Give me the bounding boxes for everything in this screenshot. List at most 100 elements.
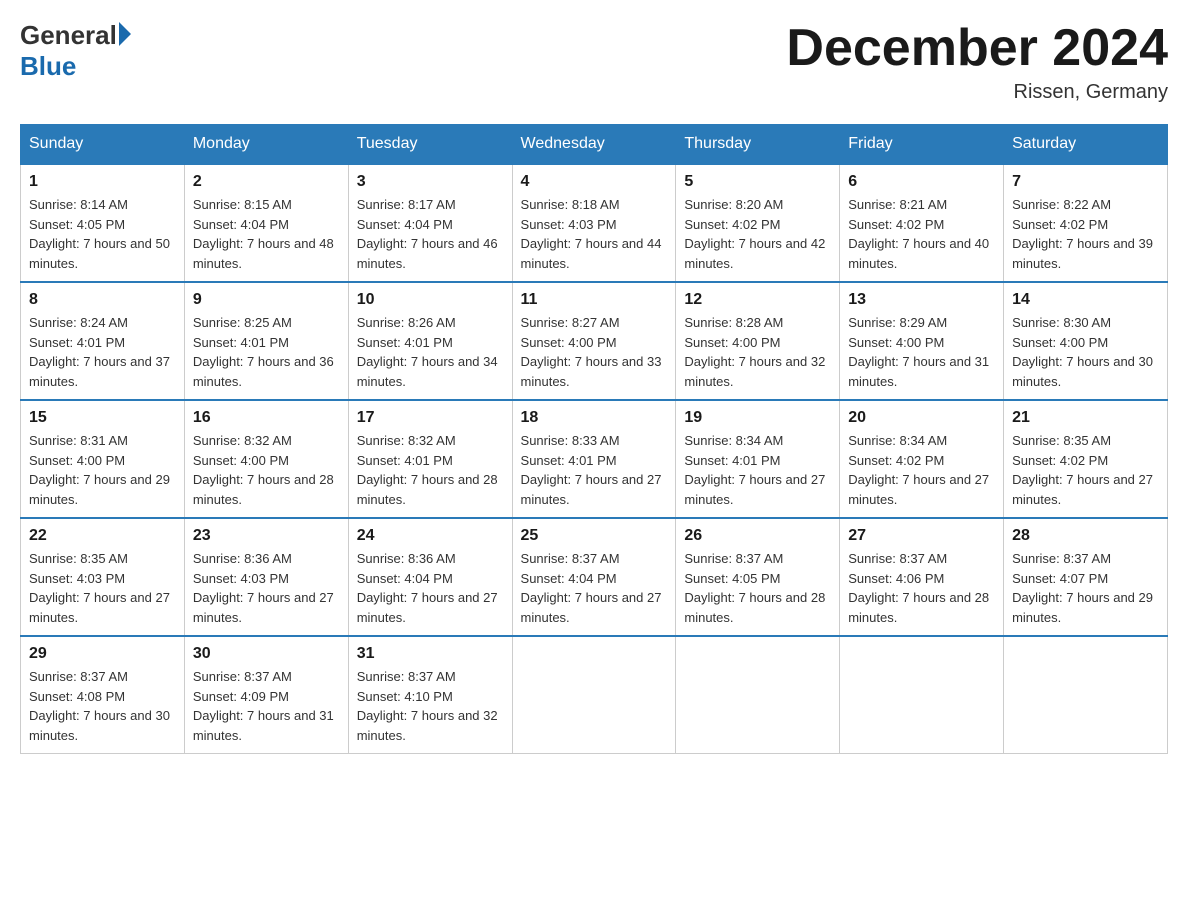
day-number: 27 [848, 527, 995, 545]
day-info: Sunrise: 8:37 AMSunset: 4:06 PMDaylight:… [848, 549, 995, 627]
calendar-cell: 4 Sunrise: 8:18 AMSunset: 4:03 PMDaylight… [512, 164, 676, 282]
day-info: Sunrise: 8:32 AMSunset: 4:01 PMDaylight:… [357, 431, 504, 509]
calendar-cell [840, 636, 1004, 754]
day-number: 7 [1012, 173, 1159, 191]
logo: General Blue [20, 20, 131, 82]
day-number: 19 [684, 409, 831, 427]
calendar-cell: 9 Sunrise: 8:25 AMSunset: 4:01 PMDaylight… [184, 282, 348, 400]
calendar-cell: 17 Sunrise: 8:32 AMSunset: 4:01 PMDayligh… [348, 400, 512, 518]
day-number: 1 [29, 173, 176, 191]
week-row-4: 22 Sunrise: 8:35 AMSunset: 4:03 PMDayligh… [21, 518, 1168, 636]
week-row-1: 1 Sunrise: 8:14 AMSunset: 4:05 PMDaylight… [21, 164, 1168, 282]
calendar-cell: 6Sunrise: 8:21 AMSunset: 4:02 PMDaylight… [840, 164, 1004, 282]
day-info: Sunrise: 8:20 AMSunset: 4:02 PMDaylight:… [684, 195, 831, 273]
calendar-cell: 21 Sunrise: 8:35 AMSunset: 4:02 PMDayligh… [1004, 400, 1168, 518]
day-info: Sunrise: 8:28 AMSunset: 4:00 PMDaylight:… [684, 313, 831, 391]
day-info: Sunrise: 8:35 AMSunset: 4:02 PMDaylight:… [1012, 431, 1159, 509]
day-info: Sunrise: 8:29 AMSunset: 4:00 PMDaylight:… [848, 313, 995, 391]
day-info: Sunrise: 8:37 AMSunset: 4:05 PMDaylight:… [684, 549, 831, 627]
calendar-cell: 19Sunrise: 8:34 AMSunset: 4:01 PMDayligh… [676, 400, 840, 518]
day-info: Sunrise: 8:24 AMSunset: 4:01 PMDaylight:… [29, 313, 176, 391]
day-number: 30 [193, 645, 340, 663]
week-row-5: 29 Sunrise: 8:37 AMSunset: 4:08 PMDayligh… [21, 636, 1168, 754]
day-info: Sunrise: 8:22 AMSunset: 4:02 PMDaylight:… [1012, 195, 1159, 273]
day-number: 15 [29, 409, 176, 427]
day-info: Sunrise: 8:25 AMSunset: 4:01 PMDaylight:… [193, 313, 340, 391]
day-number: 8 [29, 291, 176, 309]
calendar-cell: 24Sunrise: 8:36 AMSunset: 4:04 PMDayligh… [348, 518, 512, 636]
day-number: 26 [684, 527, 831, 545]
weekday-header-wednesday: Wednesday [512, 125, 676, 165]
weekday-header-row: SundayMondayTuesdayWednesdayThursdayFrid… [21, 125, 1168, 165]
calendar-cell: 8 Sunrise: 8:24 AMSunset: 4:01 PMDaylight… [21, 282, 185, 400]
day-info: Sunrise: 8:21 AMSunset: 4:02 PMDaylight:… [848, 195, 995, 273]
calendar-cell [512, 636, 676, 754]
day-info: Sunrise: 8:37 AMSunset: 4:10 PMDaylight:… [357, 667, 504, 745]
calendar-cell: 3Sunrise: 8:17 AMSunset: 4:04 PMDaylight… [348, 164, 512, 282]
calendar-cell: 7 Sunrise: 8:22 AMSunset: 4:02 PMDaylight… [1004, 164, 1168, 282]
calendar-cell: 15Sunrise: 8:31 AMSunset: 4:00 PMDayligh… [21, 400, 185, 518]
day-number: 28 [1012, 527, 1159, 545]
day-info: Sunrise: 8:27 AMSunset: 4:00 PMDaylight:… [521, 313, 668, 391]
calendar-cell: 14 Sunrise: 8:30 AMSunset: 4:00 PMDayligh… [1004, 282, 1168, 400]
page-header: General Blue December 2024 Rissen, Germa… [20, 20, 1168, 104]
day-info: Sunrise: 8:37 AMSunset: 4:07 PMDaylight:… [1012, 549, 1159, 627]
calendar-cell: 31 Sunrise: 8:37 AMSunset: 4:10 PMDayligh… [348, 636, 512, 754]
logo-triangle-icon [119, 22, 131, 46]
day-number: 13 [848, 291, 995, 309]
calendar-cell: 11Sunrise: 8:27 AMSunset: 4:00 PMDayligh… [512, 282, 676, 400]
weekday-header-thursday: Thursday [676, 125, 840, 165]
day-info: Sunrise: 8:15 AMSunset: 4:04 PMDaylight:… [193, 195, 340, 273]
calendar-cell: 30 Sunrise: 8:37 AMSunset: 4:09 PMDayligh… [184, 636, 348, 754]
day-number: 4 [521, 173, 668, 191]
title-section: December 2024 Rissen, Germany [786, 20, 1168, 104]
day-number: 5 [684, 173, 831, 191]
day-info: Sunrise: 8:17 AMSunset: 4:04 PMDaylight:… [357, 195, 504, 273]
day-number: 10 [357, 291, 504, 309]
day-number: 24 [357, 527, 504, 545]
day-info: Sunrise: 8:26 AMSunset: 4:01 PMDaylight:… [357, 313, 504, 391]
calendar-cell [676, 636, 840, 754]
calendar-cell: 27 Sunrise: 8:37 AMSunset: 4:06 PMDayligh… [840, 518, 1004, 636]
weekday-header-friday: Friday [840, 125, 1004, 165]
day-number: 12 [684, 291, 831, 309]
day-info: Sunrise: 8:34 AMSunset: 4:02 PMDaylight:… [848, 431, 995, 509]
week-row-2: 8 Sunrise: 8:24 AMSunset: 4:01 PMDaylight… [21, 282, 1168, 400]
month-title: December 2024 [786, 20, 1168, 77]
calendar-cell: 25 Sunrise: 8:37 AMSunset: 4:04 PMDayligh… [512, 518, 676, 636]
day-number: 31 [357, 645, 504, 663]
day-info: Sunrise: 8:32 AMSunset: 4:00 PMDaylight:… [193, 431, 340, 509]
day-number: 18 [521, 409, 668, 427]
day-number: 17 [357, 409, 504, 427]
calendar-cell: 5 Sunrise: 8:20 AMSunset: 4:02 PMDaylight… [676, 164, 840, 282]
day-info: Sunrise: 8:37 AMSunset: 4:08 PMDaylight:… [29, 667, 176, 745]
day-number: 16 [193, 409, 340, 427]
day-number: 21 [1012, 409, 1159, 427]
weekday-header-saturday: Saturday [1004, 125, 1168, 165]
day-info: Sunrise: 8:37 AMSunset: 4:09 PMDaylight:… [193, 667, 340, 745]
calendar-cell: 18Sunrise: 8:33 AMSunset: 4:01 PMDayligh… [512, 400, 676, 518]
calendar-table: SundayMondayTuesdayWednesdayThursdayFrid… [20, 124, 1168, 754]
calendar-cell: 29 Sunrise: 8:37 AMSunset: 4:08 PMDayligh… [21, 636, 185, 754]
calendar-cell: 23Sunrise: 8:36 AMSunset: 4:03 PMDayligh… [184, 518, 348, 636]
location-text: Rissen, Germany [786, 81, 1168, 104]
day-info: Sunrise: 8:14 AMSunset: 4:05 PMDaylight:… [29, 195, 176, 273]
calendar-cell: 1 Sunrise: 8:14 AMSunset: 4:05 PMDaylight… [21, 164, 185, 282]
day-info: Sunrise: 8:36 AMSunset: 4:03 PMDaylight:… [193, 549, 340, 627]
day-info: Sunrise: 8:35 AMSunset: 4:03 PMDaylight:… [29, 549, 176, 627]
day-number: 29 [29, 645, 176, 663]
calendar-cell: 2 Sunrise: 8:15 AMSunset: 4:04 PMDaylight… [184, 164, 348, 282]
day-info: Sunrise: 8:18 AMSunset: 4:03 PMDaylight:… [521, 195, 668, 273]
day-number: 22 [29, 527, 176, 545]
calendar-cell: 12 Sunrise: 8:28 AMSunset: 4:00 PMDayligh… [676, 282, 840, 400]
day-info: Sunrise: 8:37 AMSunset: 4:04 PMDaylight:… [521, 549, 668, 627]
day-number: 20 [848, 409, 995, 427]
day-number: 9 [193, 291, 340, 309]
day-number: 14 [1012, 291, 1159, 309]
calendar-cell: 10 Sunrise: 8:26 AMSunset: 4:01 PMDayligh… [348, 282, 512, 400]
day-number: 2 [193, 173, 340, 191]
day-number: 25 [521, 527, 668, 545]
calendar-cell: 22 Sunrise: 8:35 AMSunset: 4:03 PMDayligh… [21, 518, 185, 636]
day-info: Sunrise: 8:30 AMSunset: 4:00 PMDaylight:… [1012, 313, 1159, 391]
logo-blue-text: Blue [20, 51, 76, 82]
